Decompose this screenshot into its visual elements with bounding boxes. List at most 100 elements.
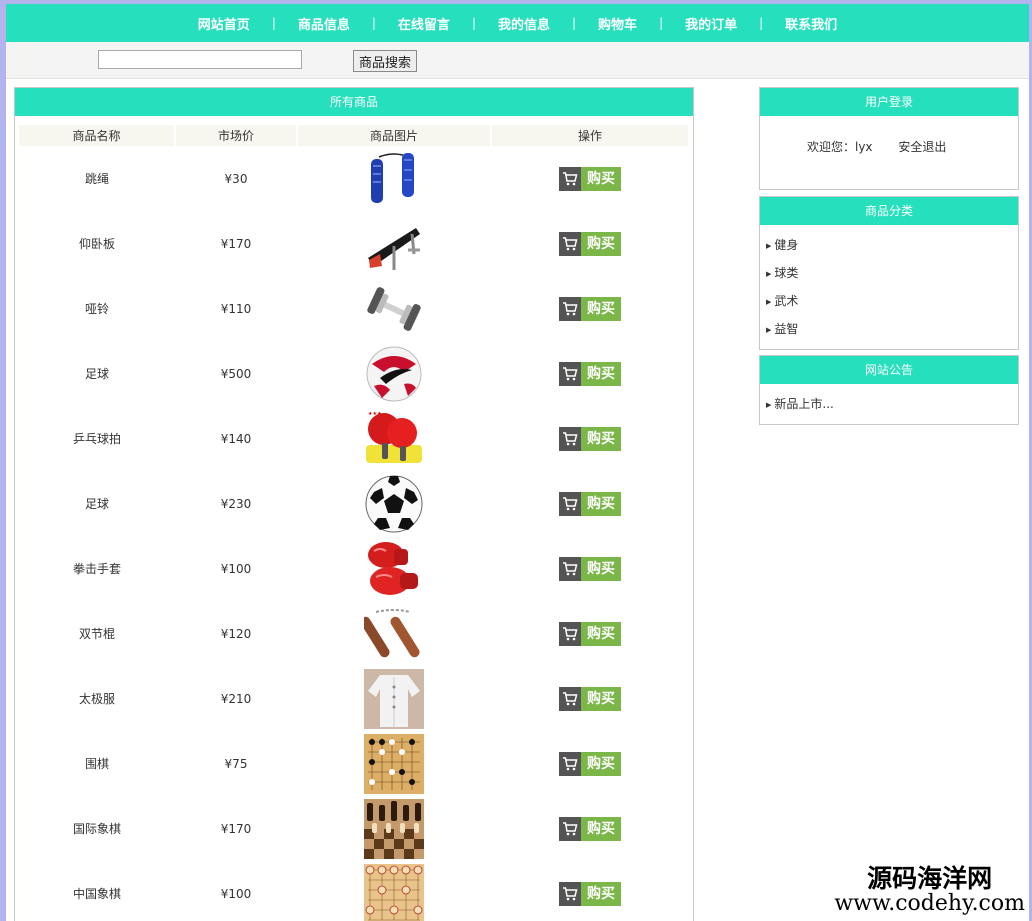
buy-label: 购买 (581, 621, 621, 646)
category-panel-title: 商品分类 (760, 197, 1018, 225)
bullet-triangle-icon: ▶ (766, 241, 772, 250)
buy-button[interactable]: 购买 (559, 296, 621, 321)
product-price: ¥110 (220, 301, 252, 316)
product-thumbnail[interactable] (364, 603, 424, 664)
notice-item-label: 新品上市... (774, 397, 834, 411)
product-image-cell (297, 666, 491, 731)
product-name: 拳击手套 (72, 562, 121, 576)
product-thumbnail[interactable] (364, 863, 424, 921)
buy-label: 购买 (581, 426, 621, 451)
buy-label: 购买 (581, 556, 621, 581)
product-image-cell (297, 731, 491, 796)
product-price: ¥100 (220, 886, 252, 901)
product-name: 仰卧板 (78, 237, 115, 251)
notice-item[interactable]: ▶ 新品上市... (766, 392, 1018, 420)
product-thumbnail[interactable] (364, 668, 424, 729)
cart-icon (559, 361, 581, 386)
buy-button[interactable]: 购买 (559, 361, 621, 386)
notice-panel-title: 网站公告 (760, 356, 1018, 384)
nav-item[interactable]: 网站首页 (176, 14, 272, 33)
cart-icon (559, 751, 581, 776)
product-price: ¥100 (220, 561, 252, 576)
column-header-price: 市场价 (175, 125, 298, 146)
product-image-cell (297, 341, 491, 406)
product-image-cell: ★★★ (297, 406, 491, 471)
category-list: ▶ 健身 ▶ 球类 ▶ 武术 ▶ 益智 (760, 225, 1018, 345)
buy-button[interactable]: 购买 (559, 686, 621, 711)
product-price: ¥140 (220, 431, 252, 446)
nav-item[interactable]: 我的信息 (476, 14, 572, 33)
table-row: 跳绳 ¥30 购买 (19, 146, 689, 211)
category-item-label: 武术 (774, 294, 799, 308)
buy-button[interactable]: 购买 (559, 816, 621, 841)
buy-button[interactable]: 购买 (559, 556, 621, 581)
buy-label: 购买 (581, 686, 621, 711)
table-row: 哑铃 ¥110 购买 (19, 276, 689, 341)
product-thumbnail[interactable] (364, 473, 424, 534)
product-name: 围棋 (84, 757, 109, 771)
all-products-panel: 所有商品 商品名称 市场价 商品图片 操作 跳绳 ¥30 购买 仰卧板 ¥170 购买 哑铃… (14, 87, 694, 921)
category-item[interactable]: ▶ 球类 (766, 261, 1018, 289)
product-price: ¥230 (220, 496, 252, 511)
product-thumbnail[interactable] (364, 733, 424, 794)
product-thumbnail[interactable] (364, 798, 424, 859)
buy-button[interactable]: 购买 (559, 231, 621, 256)
product-name: 哑铃 (84, 302, 109, 316)
nav-item[interactable]: 在线留言 (376, 14, 472, 33)
column-header-image: 商品图片 (297, 125, 492, 146)
category-item[interactable]: ▶ 益智 (766, 317, 1018, 345)
cart-icon (559, 881, 581, 906)
category-item[interactable]: ▶ 武术 (766, 289, 1018, 317)
nav-item[interactable]: 购物车 (576, 14, 659, 33)
panel-title: 所有商品 (15, 88, 693, 116)
product-image-cell (297, 601, 491, 666)
product-thumbnail[interactable] (364, 343, 424, 404)
product-price: ¥500 (220, 366, 252, 381)
product-thumbnail[interactable]: ★★★ (364, 408, 424, 469)
product-name: 足球 (84, 497, 109, 511)
category-item[interactable]: ▶ 健身 (766, 233, 1018, 261)
page: 网站首页 | 商品信息 | 在线留言 | 我的信息 | 购物车 | 我的订单 | 联系我们 商品搜索 所… (6, 4, 1029, 921)
product-image-cell (297, 536, 491, 601)
buy-button[interactable]: 购买 (559, 621, 621, 646)
buy-button[interactable]: 购买 (559, 491, 621, 516)
product-table: 商品名称 市场价 商品图片 操作 跳绳 ¥30 购买 仰卧板 ¥170 购买 哑铃 ¥110 购… (19, 125, 690, 921)
buy-label: 购买 (581, 751, 621, 776)
table-row: 太极服 ¥210 购买 (19, 666, 689, 731)
product-name: 国际象棋 (72, 822, 121, 836)
buy-button[interactable]: 购买 (559, 751, 621, 776)
nav-item[interactable]: 商品信息 (276, 14, 372, 33)
login-panel-title: 用户登录 (760, 88, 1018, 116)
nav-item[interactable]: 联系我们 (763, 14, 859, 33)
search-input[interactable] (98, 50, 302, 69)
product-action-cell: 购买 (491, 146, 689, 211)
product-thumbnail[interactable] (364, 148, 424, 209)
buy-label: 购买 (581, 881, 621, 906)
product-image-cell (297, 471, 491, 536)
cart-icon (559, 816, 581, 841)
bullet-triangle-icon: ▶ (766, 297, 772, 306)
product-thumbnail[interactable] (364, 278, 424, 339)
product-name: 乒乓球拍 (72, 432, 121, 446)
product-action-cell: 购买 (491, 536, 689, 601)
nav-item[interactable]: 我的订单 (663, 14, 759, 33)
logout-link[interactable]: 安全退出 (898, 140, 946, 154)
buy-button[interactable]: 购买 (559, 166, 621, 191)
product-thumbnail[interactable] (364, 538, 424, 599)
buy-label: 购买 (581, 361, 621, 386)
buy-button[interactable]: 购买 (559, 426, 621, 451)
product-thumbnail[interactable] (364, 213, 424, 274)
product-action-cell: 购买 (491, 406, 689, 471)
product-price: ¥170 (220, 821, 252, 836)
table-row: 足球 ¥230 购买 (19, 471, 689, 536)
product-image-cell (297, 276, 491, 341)
buy-button[interactable]: 购买 (559, 881, 621, 906)
buy-label: 购买 (581, 296, 621, 321)
product-action-cell: 购买 (491, 276, 689, 341)
product-action-cell: 购买 (491, 601, 689, 666)
search-button[interactable]: 商品搜索 (353, 50, 418, 72)
bullet-triangle-icon: ▶ (766, 269, 772, 278)
product-image-cell (297, 146, 491, 211)
product-action-cell: 购买 (491, 861, 689, 921)
bullet-triangle-icon: ▶ (766, 400, 772, 409)
